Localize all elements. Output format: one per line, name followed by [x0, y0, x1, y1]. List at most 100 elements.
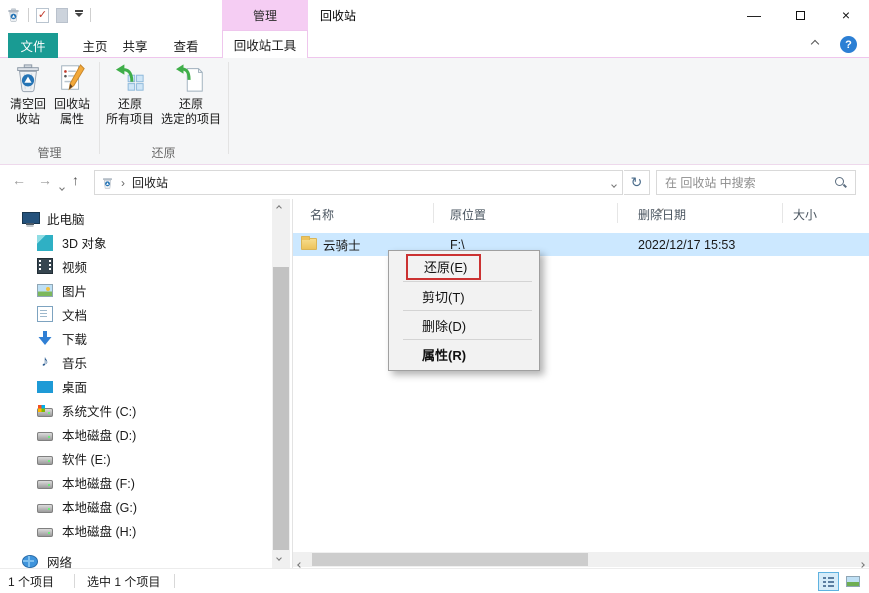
sidebar-item-documents[interactable]: 文档: [0, 302, 272, 326]
recycle-bin-properties-button[interactable]: 回收站属性: [50, 62, 94, 127]
menu-item-properties[interactable]: 属性(R): [389, 340, 539, 368]
column-separator[interactable]: [433, 203, 434, 223]
chevron-down-icon: [276, 555, 282, 561]
scrollbar-thumb[interactable]: [273, 267, 289, 550]
toolbar-dropdown-icon[interactable]: [75, 13, 83, 17]
film-icon: [37, 258, 53, 274]
menu-item-restore[interactable]: 还原(E): [389, 253, 539, 281]
tab-file[interactable]: 文件: [8, 33, 58, 58]
restore-all-items-button[interactable]: 还原所有项目: [104, 62, 156, 127]
search-icon[interactable]: [834, 176, 847, 189]
minimize-ribbon-button[interactable]: [807, 36, 823, 52]
recent-locations-dropdown-icon[interactable]: [60, 177, 64, 193]
sidebar-item-pictures[interactable]: 图片: [0, 278, 272, 302]
column-header-original-location[interactable]: 原位置: [450, 206, 486, 223]
navigation-pane: 此电脑 3D 对象 视频 图片 文档 下载 ♪音乐 桌面 系统文件 (C:) 本…: [0, 199, 272, 568]
network-icon: [22, 555, 38, 568]
sidebar-scrollbar[interactable]: [272, 199, 290, 568]
sidebar-item-label: 系统文件 (C:): [62, 401, 136, 420]
sidebar-item-drive-g[interactable]: 本地磁盘 (G:): [0, 494, 272, 518]
picture-icon: [37, 284, 53, 297]
search-input[interactable]: [665, 176, 834, 190]
chevron-down-icon: [611, 182, 617, 188]
sidebar-item-this-pc[interactable]: 此电脑: [0, 206, 272, 230]
ribbon: 清空回收站 回收站属性: [0, 58, 869, 165]
sidebar-item-3d-objects[interactable]: 3D 对象: [0, 230, 272, 254]
maximize-button[interactable]: [777, 0, 823, 30]
scroll-down-icon[interactable]: [277, 556, 281, 560]
button-label-line: 还原: [179, 97, 203, 111]
column-header-size[interactable]: 大小: [793, 206, 817, 223]
restore-selected-items-button[interactable]: 还原选定的项目: [158, 62, 224, 127]
empty-recycle-bin-button[interactable]: 清空回收站: [6, 62, 50, 127]
new-item-icon[interactable]: [56, 8, 68, 23]
refresh-button[interactable]: ↻: [624, 170, 650, 195]
tab-recycle-bin-tools[interactable]: 回收站工具: [222, 30, 308, 58]
tab-view[interactable]: 查看: [163, 33, 209, 58]
thumbnails-view-button[interactable]: [842, 572, 863, 591]
tab-share[interactable]: 共享: [112, 33, 158, 58]
restore-all-items-icon: [114, 62, 146, 94]
sidebar-item-label: 本地磁盘 (G:): [62, 497, 137, 516]
column-separator[interactable]: [782, 203, 783, 223]
cube-icon: [37, 235, 53, 251]
status-bar: 1 个项目 选中 1 个项目: [0, 568, 869, 593]
thumbnails-view-icon: [846, 576, 860, 587]
sidebar-item-drive-h[interactable]: 本地磁盘 (H:): [0, 518, 272, 542]
annotation-highlight-box: 还原(E): [406, 254, 481, 280]
file-list-pane: 名称 原位置 删除日期 大小 云骑士 F:\ 2022/12/17 15:53 …: [292, 199, 869, 568]
button-label-line: 清空回: [10, 97, 46, 111]
sidebar-item-label: 此电脑: [47, 209, 85, 228]
button-label-line: 属性: [60, 112, 84, 126]
horizontal-scrollbar[interactable]: [293, 552, 869, 567]
details-view-icon: [823, 577, 834, 587]
help-button[interactable]: ?: [840, 36, 857, 53]
up-button[interactable]: ↑: [72, 172, 79, 188]
scrollbar-thumb[interactable]: [312, 553, 588, 566]
sidebar-item-videos[interactable]: 视频: [0, 254, 272, 278]
properties-check-icon[interactable]: ✓: [36, 8, 49, 23]
items-count: 1 个项目: [8, 573, 54, 590]
scroll-up-icon[interactable]: [277, 206, 281, 210]
sidebar-item-drive-d[interactable]: 本地磁盘 (D:): [0, 422, 272, 446]
close-button[interactable]: ×: [823, 0, 869, 30]
toolbar-separator: [90, 8, 91, 22]
sidebar-item-downloads[interactable]: 下载: [0, 326, 272, 350]
breadcrumb-path[interactable]: 回收站: [132, 174, 168, 191]
main-area: 此电脑 3D 对象 视频 图片 文档 下载 ♪音乐 桌面 系统文件 (C:) 本…: [0, 199, 869, 568]
minimize-button[interactable]: —: [731, 0, 777, 30]
folder-icon: [301, 238, 317, 250]
recycle-bin-icon: [6, 7, 21, 23]
details-view-button[interactable]: [818, 572, 839, 591]
column-separator[interactable]: [617, 203, 618, 223]
menu-item-delete[interactable]: 删除(D): [389, 311, 539, 339]
menu-item-label: 删除(D): [422, 316, 466, 335]
column-header-name[interactable]: 名称: [310, 206, 334, 223]
sidebar-item-desktop[interactable]: 桌面: [0, 374, 272, 398]
status-separator: [74, 574, 75, 588]
address-bar[interactable]: › 回收站: [94, 170, 623, 195]
sidebar-item-label: 本地磁盘 (D:): [62, 425, 136, 444]
forward-button[interactable]: →: [38, 172, 52, 188]
sidebar-item-drive-c[interactable]: 系统文件 (C:): [0, 398, 272, 422]
file-row-selected[interactable]: 云骑士 F:\ 2022/12/17 15:53: [293, 233, 869, 256]
drive-icon: [37, 504, 53, 513]
quick-access-toolbar: ✓: [6, 0, 91, 30]
search-box: [656, 170, 856, 195]
sidebar-item-network[interactable]: 网络: [0, 549, 272, 568]
sidebar-item-drive-f[interactable]: 本地磁盘 (F:): [0, 470, 272, 494]
button-label-line: 收站: [16, 112, 40, 126]
music-note-icon: ♪: [37, 354, 53, 370]
sidebar-item-label: 本地磁盘 (F:): [62, 473, 135, 492]
sidebar-item-label: 视频: [62, 257, 87, 276]
menu-item-cut[interactable]: 剪切(T): [389, 282, 539, 310]
window-controls: — ×: [731, 0, 869, 30]
address-dropdown-icon[interactable]: [612, 176, 616, 190]
sidebar-item-music[interactable]: ♪音乐: [0, 350, 272, 374]
menu-item-label: 属性(R): [422, 345, 466, 364]
sidebar-item-label: 本地磁盘 (H:): [62, 521, 136, 540]
back-button[interactable]: ←: [12, 172, 26, 188]
desktop-icon: [37, 381, 53, 393]
ribbon-group-label-restore: 还原: [99, 144, 228, 161]
sidebar-item-drive-e[interactable]: 软件 (E:): [0, 446, 272, 470]
